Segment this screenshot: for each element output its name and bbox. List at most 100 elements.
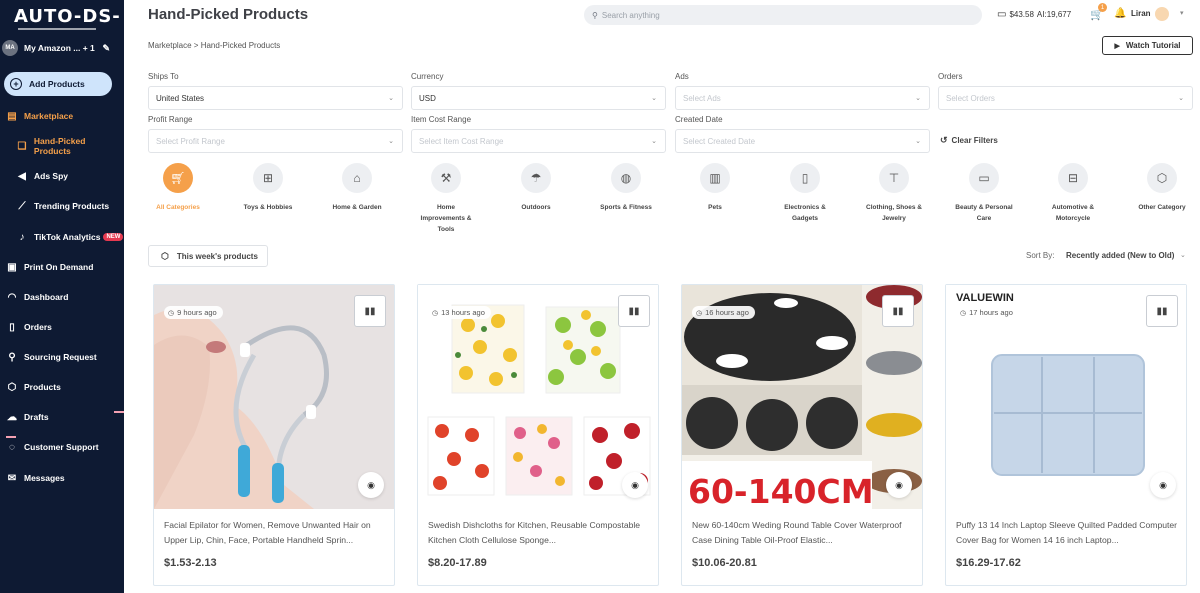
sidebar-item-ads-spy[interactable]: ◀ Ads Spy bbox=[0, 167, 124, 185]
pencil-icon[interactable]: ✎ bbox=[102, 43, 110, 54]
stats-button[interactable]: ▮▮ bbox=[354, 295, 386, 327]
stats-button[interactable]: ▮▮ bbox=[618, 295, 650, 327]
eye-icon[interactable]: ◉ bbox=[358, 472, 384, 498]
new-badge: NEW bbox=[103, 233, 124, 241]
category-outdoors[interactable]: ☂ Outdoors bbox=[492, 163, 580, 213]
product-card[interactable]: ◷ 9 hours ago ▮▮ ◉ Facial Epilator for W… bbox=[153, 284, 395, 586]
category-automotive[interactable]: ⊟ Automotive & Motorcycle bbox=[1029, 163, 1117, 224]
ads-placeholder: Select Ads bbox=[683, 93, 721, 103]
store-selector[interactable]: MA My Amazon ... + 1 ✎ bbox=[2, 40, 122, 56]
print-icon: ▣ bbox=[7, 261, 17, 273]
sidebar-item-label: Ads Spy bbox=[34, 171, 69, 181]
category-clothing[interactable]: ⊤ Clothing, Shoes & Jewelry bbox=[850, 163, 938, 224]
sidebar-item-print-on-demand[interactable]: ▣ Print On Demand bbox=[0, 258, 124, 276]
sidebar-item-label: Sourcing Request bbox=[24, 352, 97, 362]
stats-button[interactable]: ▮▮ bbox=[1146, 295, 1178, 327]
sidebar-item-orders[interactable]: ▯ Orders bbox=[0, 318, 124, 336]
cart-button[interactable]: 🛒 1 bbox=[1090, 3, 1107, 21]
sort-label: Sort By: bbox=[1026, 251, 1055, 260]
cart-icon: 🛒︎ bbox=[163, 163, 193, 193]
item-cost-placeholder: Select Item Cost Range bbox=[419, 136, 504, 146]
product-card[interactable]: ◷ 13 hours ago ▮▮ ◉ Swedish Dishcloths f… bbox=[417, 284, 659, 586]
category-electronics[interactable]: ▯ Electronics & Gadgets bbox=[761, 163, 849, 224]
sidebar-item-drafts[interactable]: ☁ Drafts bbox=[0, 408, 124, 426]
stats-button[interactable]: ▮▮ bbox=[882, 295, 914, 327]
autods-logo[interactable]: AUTO-DS- bbox=[14, 6, 121, 27]
time-badge: ◷ 9 hours ago bbox=[164, 306, 223, 319]
item-cost-select[interactable]: Select Item Cost Range ⌄ bbox=[411, 129, 666, 153]
clock-icon: ◷ bbox=[432, 309, 439, 317]
category-other[interactable]: ⬡ Other Category bbox=[1118, 163, 1200, 213]
bar-chart-icon: ▮▮ bbox=[892, 305, 904, 317]
this-week-button[interactable]: ⬡ This week's products bbox=[148, 245, 268, 267]
sidebar-item-label: Drafts bbox=[24, 412, 49, 422]
reset-icon: ↺ bbox=[940, 135, 948, 145]
sidebar-item-messages[interactable]: ✉ Messages bbox=[0, 469, 124, 487]
sidebar-item-tiktok[interactable]: ♪ TikTok Analytics NEW bbox=[0, 228, 124, 246]
logo-underline bbox=[18, 28, 96, 30]
bell-icon[interactable]: 🔔 bbox=[1114, 8, 1126, 19]
profit-range-placeholder: Select Profit Range bbox=[156, 136, 225, 146]
profit-range-select[interactable]: Select Profit Range ⌄ bbox=[148, 129, 403, 153]
chevron-down-icon[interactable]: ⌄ bbox=[1180, 251, 1186, 259]
chevron-down-icon[interactable]: ▾ bbox=[1180, 9, 1184, 17]
search-input[interactable]: ⚲ Search anything bbox=[584, 5, 982, 25]
category-all[interactable]: 🛒︎ All Categories bbox=[134, 163, 222, 213]
sidebar: AUTO-DS- MA My Amazon ... + 1 ✎ + Add Pr… bbox=[0, 0, 124, 593]
breadcrumb[interactable]: Marketplace > Hand-Picked Products bbox=[148, 41, 280, 50]
sidebar-item-dashboard[interactable]: ◠ Dashboard bbox=[0, 288, 124, 306]
sort-select[interactable]: Recently added (New to Old) bbox=[1066, 251, 1174, 260]
eye-icon[interactable]: ◉ bbox=[886, 472, 912, 498]
eye-icon[interactable]: ◉ bbox=[622, 472, 648, 498]
wallet-icon: ▭ bbox=[997, 9, 1007, 20]
bar-chart-icon: ▮▮ bbox=[1156, 305, 1168, 317]
category-label: Pets bbox=[708, 204, 722, 211]
wallet-balance[interactable]: ▭ $43.58 AI:19,677 bbox=[997, 9, 1071, 20]
page-title: Hand-Picked Products bbox=[148, 6, 309, 23]
gamepad-icon: ⊞ bbox=[253, 163, 283, 193]
category-toys[interactable]: ⊞ Toys & Hobbies bbox=[224, 163, 312, 213]
user-name[interactable]: Liran bbox=[1131, 9, 1151, 18]
category-pets[interactable]: ▥ Pets bbox=[671, 163, 759, 213]
watch-tutorial-button[interactable]: ▶ Watch Tutorial bbox=[1102, 36, 1193, 55]
category-home-garden[interactable]: ⌂ Home & Garden bbox=[313, 163, 401, 213]
chevron-down-icon: ⌄ bbox=[915, 95, 921, 102]
sidebar-item-sourcing[interactable]: ⚲ Sourcing Request bbox=[0, 348, 124, 366]
megaphone-icon: ◀ bbox=[18, 170, 26, 182]
time-text: 13 hours ago bbox=[441, 308, 485, 317]
sidebar-item-support[interactable]: ◌ Customer Support bbox=[0, 438, 124, 456]
ships-to-label: Ships To bbox=[148, 72, 179, 81]
category-beauty[interactable]: ▭ Beauty & Personal Care bbox=[940, 163, 1028, 224]
phone-icon: ▯ bbox=[790, 163, 820, 193]
chevron-down-icon: ⌄ bbox=[1178, 95, 1184, 102]
time-text: 17 hours ago bbox=[969, 308, 1013, 317]
add-products-button[interactable]: + Add Products bbox=[4, 72, 112, 96]
clear-filters-button[interactable]: ↺ Clear Filters bbox=[940, 135, 998, 146]
avatar[interactable] bbox=[1155, 7, 1169, 21]
cart-count: 1 bbox=[1098, 3, 1107, 12]
product-title[interactable]: New 60-140cm Weding Round Table Cover Wa… bbox=[692, 518, 917, 548]
sidebar-item-products[interactable]: ⬡ Products bbox=[0, 378, 124, 396]
category-sports[interactable]: ◍ Sports & Fitness bbox=[582, 163, 670, 213]
product-image-text: 60-140CM bbox=[688, 472, 874, 509]
product-card[interactable]: VALUEWIN ◷ 17 hours ago ▮▮ ◉ Puffy 13 14… bbox=[945, 284, 1187, 586]
category-home-improvements[interactable]: ⚒ Home Improvements & Tools bbox=[402, 163, 490, 235]
sidebar-item-label: Dashboard bbox=[24, 292, 69, 302]
ships-to-select[interactable]: United States ⌄ bbox=[148, 86, 403, 110]
sidebar-item-trending[interactable]: ⟋ Trending Products bbox=[0, 197, 124, 215]
product-title[interactable]: Facial Epilator for Women, Remove Unwant… bbox=[164, 518, 389, 548]
ads-select[interactable]: Select Ads ⌄ bbox=[675, 86, 930, 110]
sidebar-item-marketplace[interactable]: ▤ Marketplace bbox=[0, 107, 124, 125]
time-text: 16 hours ago bbox=[705, 308, 749, 317]
box-icon: ⬡ bbox=[7, 381, 17, 393]
time-badge: ◷ 16 hours ago bbox=[692, 306, 755, 319]
sidebar-item-hand-picked[interactable]: ❏ Hand-Picked Products bbox=[0, 136, 124, 156]
currency-select[interactable]: USD ⌄ bbox=[411, 86, 666, 110]
product-title[interactable]: Puffy 13 14 Inch Laptop Sleeve Quilted P… bbox=[956, 518, 1181, 548]
orders-placeholder: Select Orders bbox=[946, 93, 995, 103]
product-title[interactable]: Swedish Dishcloths for Kitchen, Reusable… bbox=[428, 518, 653, 548]
product-card[interactable]: 60-140CM ◷ 16 hours ago ▮▮ ◉ New 60-140c… bbox=[681, 284, 923, 586]
orders-select[interactable]: Select Orders ⌄ bbox=[938, 86, 1193, 110]
created-date-select[interactable]: Select Created Date ⌄ bbox=[675, 129, 930, 153]
eye-icon[interactable]: ◉ bbox=[1150, 472, 1176, 498]
